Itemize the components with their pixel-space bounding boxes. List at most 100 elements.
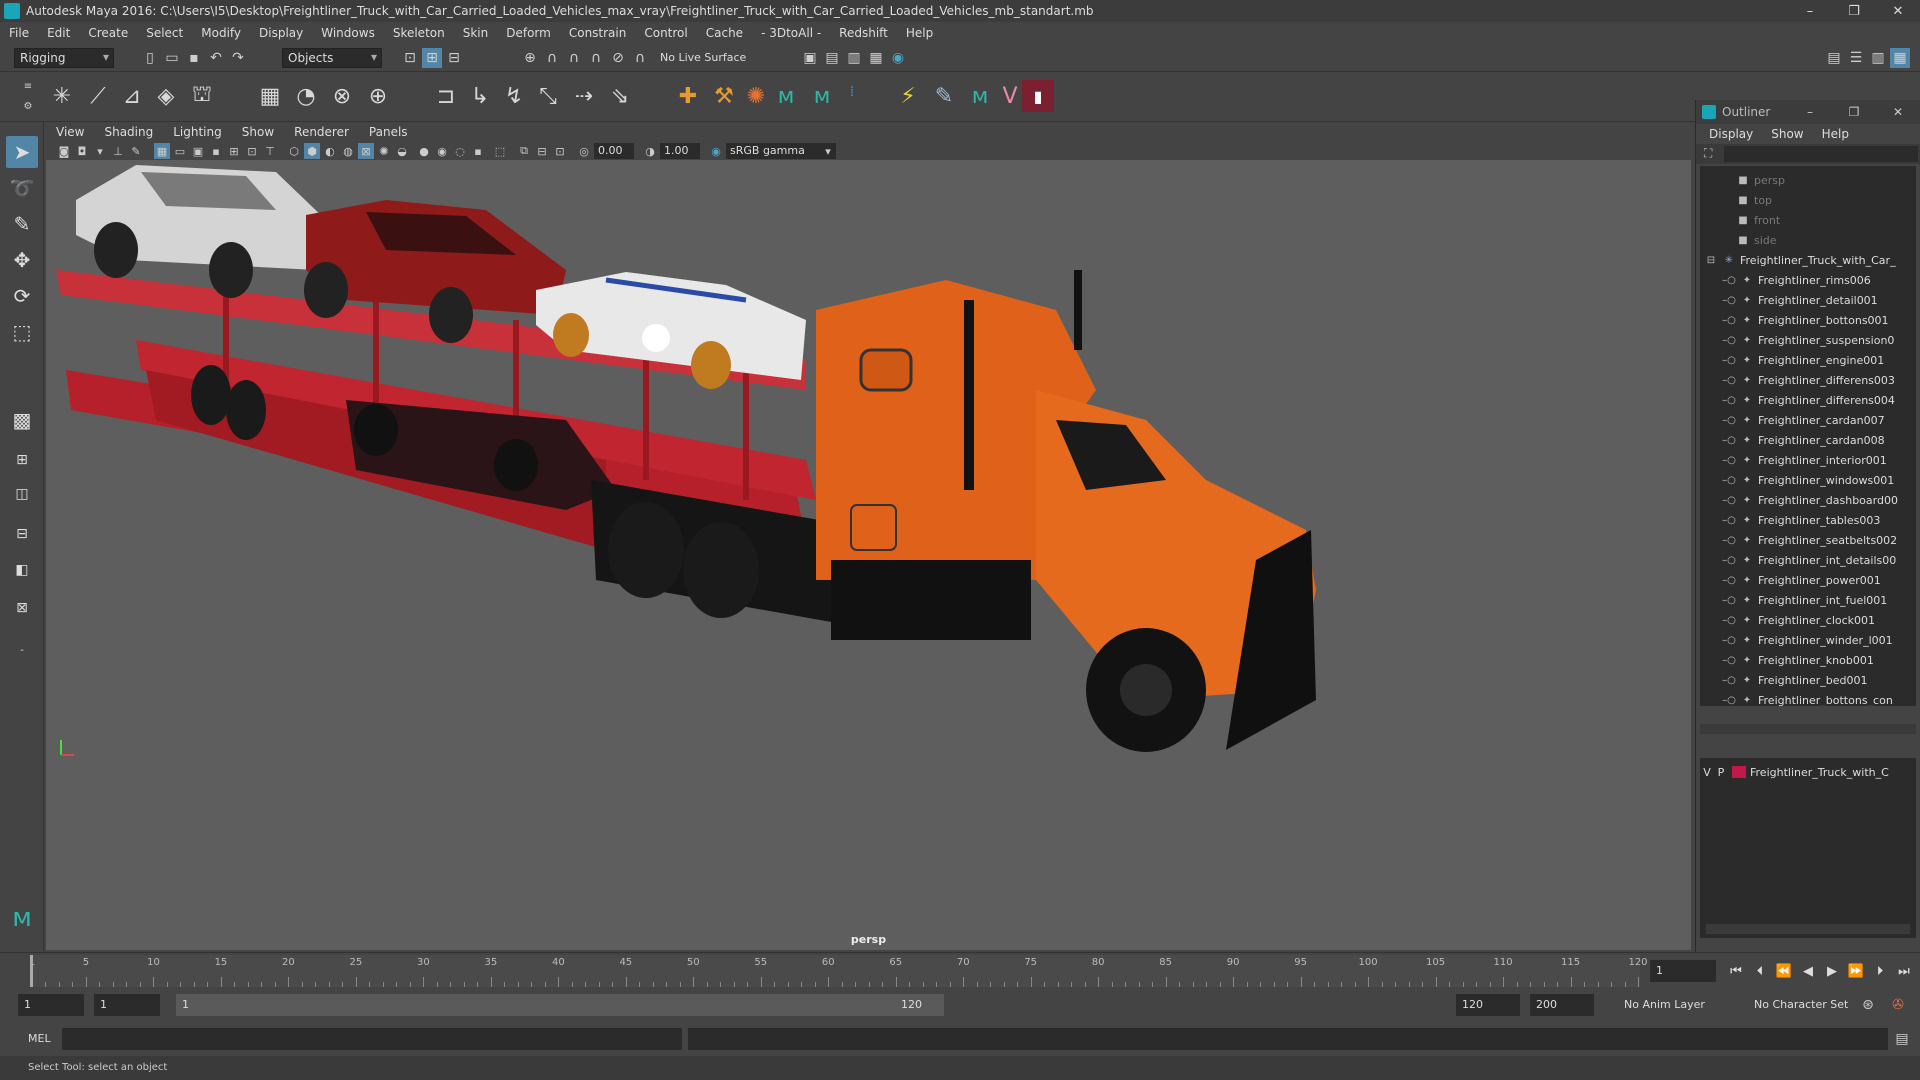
menu-modify[interactable]: Modify — [192, 26, 250, 40]
command-language-label[interactable]: MEL — [28, 1032, 51, 1045]
gamma-field[interactable]: 1.00 — [660, 143, 700, 159]
grease-pencil-icon[interactable]: ✎ — [128, 143, 144, 159]
outliner-item-child[interactable]: –○ ✦ Freightliner_bottons_con — [1722, 690, 1893, 707]
shelf-menu-icon[interactable]: ≡ — [18, 76, 38, 96]
outliner-close-button[interactable]: ✕ — [1876, 105, 1920, 119]
vp-menu-lighting[interactable]: Lighting — [163, 125, 232, 139]
persp-outliner-icon[interactable]: ◫ — [6, 478, 38, 510]
move-tool-icon[interactable]: ✥ — [6, 244, 38, 276]
attribute-editor-icon[interactable]: ☰ — [1846, 48, 1866, 68]
menu-edit[interactable]: Edit — [38, 26, 79, 40]
save-scene-icon[interactable]: ▪ — [184, 48, 204, 68]
vp-menu-view[interactable]: View — [46, 125, 94, 139]
range-slider[interactable]: 1 120 — [176, 994, 944, 1016]
menu-windows[interactable]: Windows — [312, 26, 384, 40]
blend-shape-icon[interactable]: ⊗ — [326, 80, 358, 112]
cluster-icon[interactable]: ◔ — [290, 80, 322, 112]
outliner-minimize-button[interactable]: – — [1788, 105, 1832, 119]
menu-display[interactable]: Display — [250, 26, 312, 40]
paint-tool-icon[interactable]: ✎ — [928, 80, 960, 112]
start-time-field[interactable]: 1 — [18, 994, 84, 1016]
gate-mask-icon[interactable]: ▪ — [208, 143, 224, 159]
safe-title-icon[interactable]: ⊤ — [262, 143, 278, 159]
camera-attr-icon[interactable]: ◘ — [74, 143, 90, 159]
outliner-item-top[interactable]: ■ top — [1736, 190, 1772, 210]
shelf-settings-icon[interactable]: ⚙ — [18, 96, 38, 116]
pole-vector-icon[interactable]: ⇘ — [604, 80, 636, 112]
wireframe-on-shaded-icon[interactable]: ◍ — [340, 143, 356, 159]
step-back-frame-icon[interactable]: ⏴ — [1750, 961, 1770, 981]
command-input[interactable] — [62, 1028, 682, 1050]
outliner-item-child[interactable]: –○ ✦ Freightliner_bottons001 — [1722, 310, 1888, 330]
hypershade-icon[interactable]: ◉ — [888, 48, 908, 68]
lasso-tool-icon[interactable]: ➰ — [6, 172, 38, 204]
outliner-item-child[interactable]: –○ ✦ Freightliner_tables003 — [1722, 510, 1880, 530]
select-hierarchy-icon[interactable]: ⊡ — [400, 48, 420, 68]
outliner-item-child[interactable]: –○ ✦ Freightliner_dashboard00 — [1722, 490, 1898, 510]
image-plane-icon[interactable]: ⊥ — [110, 143, 126, 159]
menu-redshift[interactable]: Redshift — [830, 26, 897, 40]
outliner-menu-display[interactable]: Display — [1700, 127, 1762, 141]
perspective-viewport[interactable]: persp — [46, 160, 1691, 950]
smooth-shade-icon[interactable]: ⬢ — [304, 143, 320, 159]
layer-scrollbar[interactable] — [1706, 924, 1910, 934]
vp-menu-panels[interactable]: Panels — [359, 125, 418, 139]
paint-weights-icon[interactable]: ✺ — [740, 80, 772, 112]
hik-character-icon[interactable]: ᴍ — [770, 80, 802, 112]
outliner-search-input[interactable] — [1724, 146, 1918, 162]
safe-action-icon[interactable]: ⊡ — [244, 143, 260, 159]
quick-rig-icon[interactable]: ⛫ — [186, 80, 218, 112]
selection-mode-dropdown[interactable]: Objects — [282, 48, 382, 68]
snap-grid-icon[interactable]: ⊕ — [520, 48, 540, 68]
field-chart-icon[interactable]: ⊞ — [226, 143, 242, 159]
vp-menu-show[interactable]: Show — [232, 125, 284, 139]
filter-icon[interactable]: ⛶ — [1704, 146, 1712, 161]
live-surface-label[interactable]: No Live Surface — [660, 51, 746, 64]
play-forwards-icon[interactable]: ▶ — [1822, 961, 1842, 981]
select-object-icon[interactable]: ⊞ — [422, 48, 442, 68]
point-constraint-icon[interactable]: ↳ — [464, 80, 496, 112]
lattice-icon[interactable]: ▦ — [254, 80, 286, 112]
menu-help[interactable]: Help — [897, 26, 942, 40]
depth-of-field-icon[interactable]: ▪ — [470, 143, 486, 159]
textured-icon[interactable]: ⊠ — [358, 143, 374, 159]
outliner-item-child[interactable]: –○ ✦ Freightliner_engine001 — [1722, 350, 1884, 370]
outliner-item-front[interactable]: ■ front — [1736, 210, 1780, 230]
menu-3dtoall[interactable]: - 3DtoAll - — [752, 26, 830, 40]
snap-curve-icon[interactable]: ∩ — [542, 48, 562, 68]
menu-set-dropdown[interactable]: Rigging — [14, 48, 114, 68]
animation-prefs-icon[interactable]: ✇ — [1888, 995, 1908, 1015]
ambient-occlusion-icon[interactable]: ● — [416, 143, 432, 159]
wireframe-icon[interactable]: ⬡ — [286, 143, 302, 159]
xray-joints-icon[interactable]: ⊟ — [534, 143, 550, 159]
outliner-item-persp[interactable]: ■ persp — [1736, 170, 1785, 190]
custom-layout-icon[interactable]: - — [6, 634, 38, 666]
layer-playback-toggle[interactable]: P — [1714, 766, 1728, 779]
outliner-item-child[interactable]: –○ ✦ Freightliner_cardan007 — [1722, 410, 1884, 430]
outliner-item-child[interactable]: –○ ✦ Freightliner_cardan008 — [1722, 430, 1884, 450]
xray-components-icon[interactable]: ⊡ — [552, 143, 568, 159]
end-time-field[interactable]: 200 — [1530, 994, 1594, 1016]
outliner-menu-show[interactable]: Show — [1762, 127, 1812, 141]
outliner-item-child[interactable]: –○ ✦ Freightliner_winder_l001 — [1722, 630, 1893, 650]
outliner-item-child[interactable]: –○ ✦ Freightliner_knob001 — [1722, 650, 1874, 670]
xray-icon[interactable]: ⧉ — [516, 143, 532, 159]
scale-tool-icon[interactable]: ⬚ — [6, 316, 38, 348]
minimize-button[interactable]: – — [1788, 4, 1832, 19]
time-slider[interactable]: 1510152025303540455055606570758085909510… — [0, 952, 1920, 988]
outliner-restore-button[interactable]: ❐ — [1832, 105, 1876, 119]
menu-deform[interactable]: Deform — [497, 26, 560, 40]
current-time-indicator[interactable] — [30, 955, 33, 987]
paint-select-icon[interactable]: ✎ — [6, 208, 38, 240]
snap-live-icon[interactable]: ∩ — [630, 48, 650, 68]
time-ruler[interactable]: 1510152025303540455055606570758085909510… — [29, 955, 1648, 987]
outliner-item-child[interactable]: –○ ✦ Freightliner_power001 — [1722, 570, 1881, 590]
outliner-item-child[interactable]: –○ ✦ Freightliner_detail001 — [1722, 290, 1878, 310]
menu-skeleton[interactable]: Skeleton — [384, 26, 454, 40]
play-backwards-icon[interactable]: ◀ — [1798, 961, 1818, 981]
rotate-tool-icon[interactable]: ⟳ — [6, 280, 38, 312]
outliner-item-child[interactable]: –○ ✦ Freightliner_clock001 — [1722, 610, 1875, 630]
camera-select-icon[interactable]: ◙ — [56, 143, 72, 159]
outliner-item-child[interactable]: –○ ✦ Freightliner_int_fuel001 — [1722, 590, 1887, 610]
scale-constraint-icon[interactable]: ⤡ — [532, 80, 564, 112]
